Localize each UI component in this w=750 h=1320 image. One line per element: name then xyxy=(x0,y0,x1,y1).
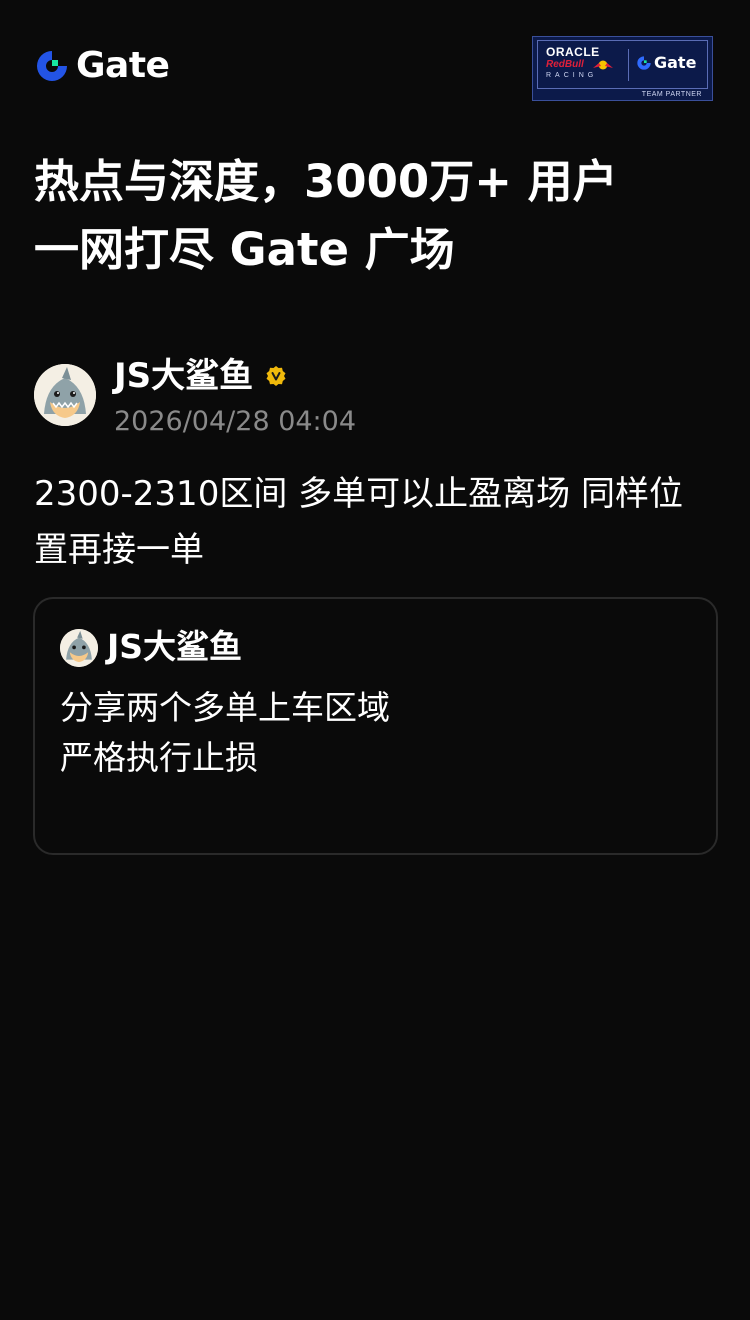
post-timestamp: 2026/04/28 04:04 xyxy=(114,406,357,437)
shark-avatar-icon xyxy=(60,629,98,667)
header: Gate ORACLE RedBull RACING Gate TEAM PAR… xyxy=(0,0,750,130)
partner-badge-frame: ORACLE RedBull RACING Gate xyxy=(537,40,708,89)
quoted-post-text: 分享两个多单上车区域 严格执行止损 xyxy=(60,683,700,783)
post-body-text: 2300-2310区间 多单可以止盈离场 同样位置再接一单 xyxy=(34,474,683,570)
quoted-author-name: JS大鲨鱼 xyxy=(107,627,243,666)
shark-avatar-icon xyxy=(34,364,96,426)
page-headline: 热点与深度，3000万+ 用户 一网打尽 Gate 广场 xyxy=(34,148,724,284)
team-partner-text: TEAM PARTNER xyxy=(641,91,702,98)
gate-logo-icon xyxy=(37,51,67,81)
badge-gate-icon xyxy=(637,56,651,70)
quoted-line-1: 分享两个多单上车区域 xyxy=(60,688,390,727)
headline-line-2: 一网打尽 Gate 广场 xyxy=(34,223,455,276)
verified-badge-icon xyxy=(266,366,286,386)
badge-gate-text: Gate xyxy=(654,53,697,72)
author-avatar[interactable] xyxy=(34,364,96,426)
quoted-author-avatar xyxy=(60,629,98,667)
team-partner-badge: ORACLE RedBull RACING Gate TEAM PARTNER xyxy=(532,36,713,101)
gate-logo-text: Gate xyxy=(76,45,170,86)
redbull-logo-text: RedBull xyxy=(546,59,584,70)
quoted-post-card[interactable]: JS大鲨鱼 分享两个多单上车区域 严格执行止损 xyxy=(33,597,718,855)
racing-text: RACING xyxy=(546,72,598,79)
gate-logo[interactable]: Gate xyxy=(34,45,170,86)
redbull-bull-icon xyxy=(593,60,613,70)
headline-line-1: 热点与深度，3000万+ 用户 xyxy=(34,155,618,208)
author-name-text: JS大鲨鱼 xyxy=(114,356,254,396)
quoted-line-2: 严格执行止损 xyxy=(60,738,258,777)
author-name[interactable]: JS大鲨鱼 xyxy=(114,354,287,398)
badge-gate-logo: Gate xyxy=(636,55,696,71)
badge-divider xyxy=(628,49,629,81)
post-author-row: JS大鲨鱼 2026/04/28 04:04 xyxy=(34,350,724,440)
oracle-logo-text: ORACLE xyxy=(546,45,600,59)
